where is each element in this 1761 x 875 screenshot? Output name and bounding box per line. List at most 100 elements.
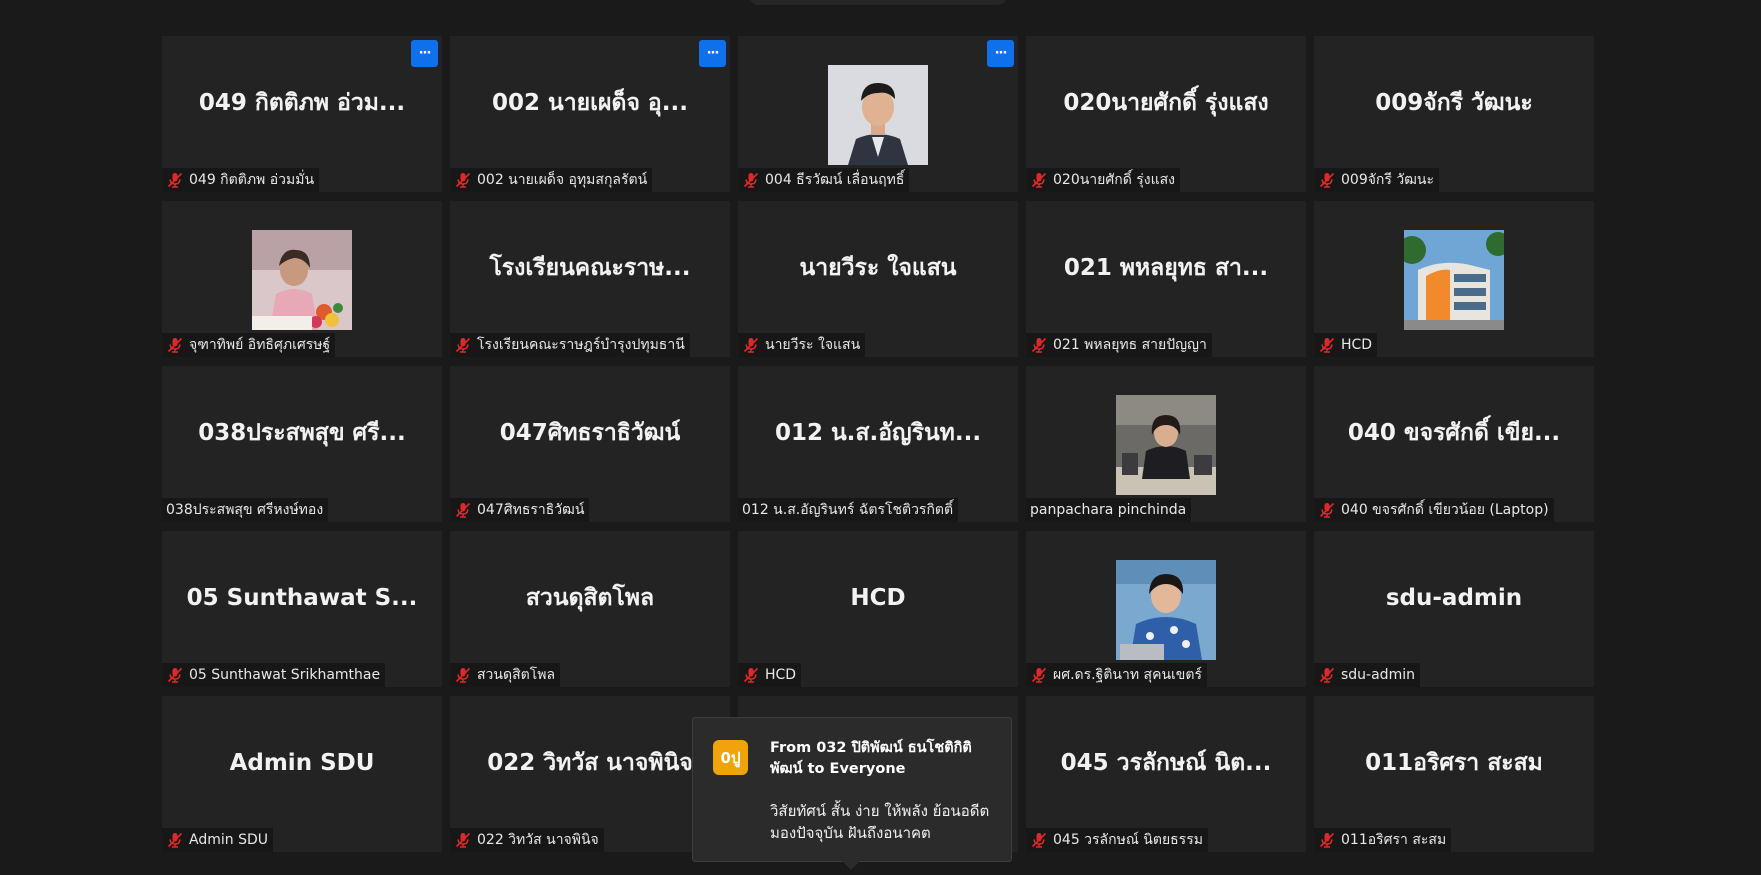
more-options-button[interactable]: ··· (699, 40, 726, 67)
participant-name-label: 002 นายเผด็จ อุทุมสกุลรัตน์ (450, 168, 653, 192)
participant-display-name-text: HCD (850, 585, 906, 611)
participant-display-name-text: 009จักรี วัฒนะ (1375, 90, 1533, 116)
participant-tile[interactable]: Admin SDU Admin SDU (162, 696, 442, 852)
participant-tile[interactable]: จุฑาทิพย์ อิทธิศุภเศรษฐ์ (162, 201, 442, 357)
participant-display-name-text: 011อริศรา สะสม (1365, 750, 1543, 776)
muted-microphone-icon (1030, 171, 1048, 189)
participant-tile[interactable]: 020นายศักดิ์ รุ่งแสง 020นายศักดิ์ รุ่งแสง (1026, 36, 1306, 192)
participant-name-text: 045 วรลักษณ์ นิตยธรรม (1053, 832, 1203, 848)
participant-name-label: จุฑาทิพย์ อิทธิศุภเศรษฐ์ (162, 333, 336, 357)
participant-name-text: 012 น.ส.อัญรินทร์ ฉัตรโชติวรกิตติ์ (742, 502, 954, 518)
participant-tile[interactable]: 002 นายเผด็จ อุ... 002 นายเผด็จ อุทุมสกุล… (450, 36, 730, 192)
participant-tile[interactable]: 047ศิทธราธิวัฒน์ 047ศิทธราธิวัฒน์ (450, 366, 730, 522)
participant-tile[interactable]: panpachara pinchinda (1026, 366, 1306, 522)
participant-name-text: 021 พหลยุทธ สายปัญญา (1053, 337, 1207, 353)
participant-avatar (1404, 230, 1504, 330)
participant-tile[interactable]: 040 ขจรศักดิ์ เขีย... 040 ขจรศักดิ์ เขียว… (1314, 366, 1594, 522)
chat-sender-line: From 032 ปิติพัฒน์ ธนโชติกิติพัฒน์ to Ev… (770, 740, 972, 777)
participant-tile[interactable]: 049 กิตติภพ อ่วม... 049 กิตติภพ อ่วมมั่น ·… (162, 36, 442, 192)
participant-name-label: sdu-admin (1314, 663, 1420, 687)
more-options-button[interactable]: ··· (987, 40, 1014, 67)
participant-name-label: 012 น.ส.อัญรินทร์ ฉัตรโชติวรกิตติ์ (738, 498, 959, 522)
participant-name-text: 049 กิตติภพ อ่วมมั่น (189, 172, 315, 188)
muted-microphone-icon (166, 831, 184, 849)
participant-tile[interactable]: นายวีระ ใจแสน นายวีระ ใจแสน (738, 201, 1018, 357)
participant-tile[interactable]: sdu-admin sdu-admin (1314, 531, 1594, 687)
participant-name-label: นายวีระ ใจแสน (738, 333, 866, 357)
participant-name-label: HCD (1314, 333, 1378, 357)
participant-name-text: 009จักรี วัฒนะ (1341, 172, 1434, 188)
participant-tile[interactable]: HCD (1314, 201, 1594, 357)
participant-name-text: จุฑาทิพย์ อิทธิศุภเศรษฐ์ (189, 337, 331, 353)
participant-tile[interactable]: 012 น.ส.อัญรินท... 012 น.ส.อัญรินทร์ ฉัตร… (738, 366, 1018, 522)
participant-name-label: 004 ธีรวัฒน์ เลื่อนฤทธิ์ (738, 168, 910, 192)
participant-tile[interactable]: 05 Sunthawat S... 05 Sunthawat Srikhamtha… (162, 531, 442, 687)
participant-name-label: HCD (738, 663, 802, 687)
participant-display-name-text: 038ประสพสุข ศรี... (198, 420, 406, 446)
muted-microphone-icon (166, 171, 184, 189)
participant-name-label: panpachara pinchinda (1026, 498, 1192, 522)
participant-name-text: Admin SDU (189, 832, 268, 848)
muted-microphone-icon (166, 336, 184, 354)
participant-display-name-text: 021 พหลยุทธ สา... (1063, 255, 1269, 281)
participant-tile[interactable]: 004 ธีรวัฒน์ เลื่อนฤทธิ์ ··· (738, 36, 1018, 192)
participant-name-text: โรงเรียนคณะราษฎร์บำรุงปทุมธานี (477, 337, 685, 353)
participant-display-name-text: 05 Sunthawat S... (186, 585, 418, 611)
participant-name-text: 020นายศักดิ์ รุ่งแสง (1053, 172, 1176, 188)
more-options-button[interactable]: ··· (411, 40, 438, 67)
muted-microphone-icon (454, 501, 472, 519)
muted-microphone-icon (1030, 336, 1048, 354)
participant-name-text: ผศ.ดร.ฐิตินาท สุคนเขตร์ (1053, 667, 1202, 683)
participant-avatar (828, 65, 928, 165)
participant-tile[interactable]: 038ประสพสุข ศรี... 038ประสพสุข ศรีหงษ์ทอง (162, 366, 442, 522)
participant-name-text: 038ประสพสุข ศรีหงษ์ทอง (166, 502, 324, 518)
participant-tile[interactable]: HCD HCD (738, 531, 1018, 687)
participant-tile[interactable]: 022 วิทวัส นาจพินิจ 022 วิทวัส นาจพินิจ (450, 696, 730, 852)
participant-tile[interactable]: โรงเรียนคณะราษ... โรงเรียนคณะราษฎร์บำรุงป… (450, 201, 730, 357)
participant-display-name-text: 022 วิทวัส นาจพินิจ (487, 750, 693, 776)
muted-microphone-icon (1318, 171, 1336, 189)
participant-name-text: สวนดุสิตโพล (477, 667, 556, 683)
muted-microphone-icon (742, 171, 760, 189)
participant-display-name-text: 020นายศักดิ์ รุ่งแสง (1063, 90, 1269, 116)
participant-tile[interactable]: 011อริศรา สะสม 011อริศรา สะสม (1314, 696, 1594, 852)
participant-name-text: 002 นายเผด็จ อุทุมสกุลรัตน์ (477, 172, 648, 188)
participant-name-text: 011อริศรา สะสม (1341, 832, 1447, 848)
participant-name-label: 021 พหลยุทธ สายปัญญา (1026, 333, 1212, 357)
participant-name-label: 045 วรลักษณ์ นิตยธรรม (1026, 828, 1208, 852)
participant-display-name-text: 012 น.ส.อัญรินท... (774, 420, 982, 446)
participant-name-label: Admin SDU (162, 828, 273, 852)
participant-name-label: 011อริศรา สะสม (1314, 828, 1452, 852)
participant-name-text: 047ศิทธราธิวัฒน์ (477, 502, 585, 518)
participant-tile[interactable]: 021 พหลยุทธ สา... 021 พหลยุทธ สายปัญญา (1026, 201, 1306, 357)
participant-name-label: โรงเรียนคณะราษฎร์บำรุงปทุมธานี (450, 333, 690, 357)
participant-name-label: 009จักรี วัฒนะ (1314, 168, 1439, 192)
participant-name-label: 05 Sunthawat Srikhamthae (162, 663, 386, 687)
participant-name-label: ผศ.ดร.ฐิตินาท สุคนเขตร์ (1026, 663, 1207, 687)
participant-tile[interactable]: 045 วรลักษณ์ นิต... 045 วรลักษณ์ นิตยธรรม (1026, 696, 1306, 852)
participant-display-name-text: นายวีระ ใจแสน (799, 255, 957, 281)
top-bar-handle[interactable] (750, 0, 1006, 5)
muted-microphone-icon (1030, 831, 1048, 849)
participant-name-text: 05 Sunthawat Srikhamthae (189, 667, 381, 683)
participant-tile[interactable]: ผศ.ดร.ฐิตินาท สุคนเขตร์ (1026, 531, 1306, 687)
chat-notification[interactable]: 0ปู From 032 ปิติพัฒน์ ธนโชติกิติพัฒน์ t… (692, 717, 1012, 870)
participant-name-label: 022 วิทวัส นาจพินิจ (450, 828, 604, 852)
participant-name-text: sdu-admin (1341, 667, 1415, 683)
participant-display-name-text: โรงเรียนคณะราษ... (489, 255, 691, 281)
participant-name-label: 040 ขจรศักดิ์ เขียวน้อย (Laptop) (1314, 498, 1554, 522)
muted-microphone-icon (742, 666, 760, 684)
chat-message-text: วิสัยทัศน์ สั้น ง่าย ให้พลัง ย้อนอดีต มอ… (770, 802, 990, 842)
participant-name-label: สวนดุสิตโพล (450, 663, 561, 687)
participant-avatar (1116, 395, 1216, 495)
muted-microphone-icon (1030, 666, 1048, 684)
muted-microphone-icon (166, 666, 184, 684)
participant-display-name-text: 002 นายเผด็จ อุ... (492, 90, 688, 116)
participant-display-name-text: 045 วรลักษณ์ นิต... (1060, 750, 1272, 776)
participant-tile[interactable]: สวนดุสิตโพล สวนดุสิตโพล (450, 531, 730, 687)
muted-microphone-icon (1318, 831, 1336, 849)
participant-display-name-text: 047ศิทธราธิวัฒน์ (499, 420, 681, 446)
participant-tile[interactable]: 009จักรี วัฒนะ 009จักรี วัฒนะ (1314, 36, 1594, 192)
participant-name-text: 004 ธีรวัฒน์ เลื่อนฤทธิ์ (765, 172, 905, 188)
muted-microphone-icon (454, 666, 472, 684)
